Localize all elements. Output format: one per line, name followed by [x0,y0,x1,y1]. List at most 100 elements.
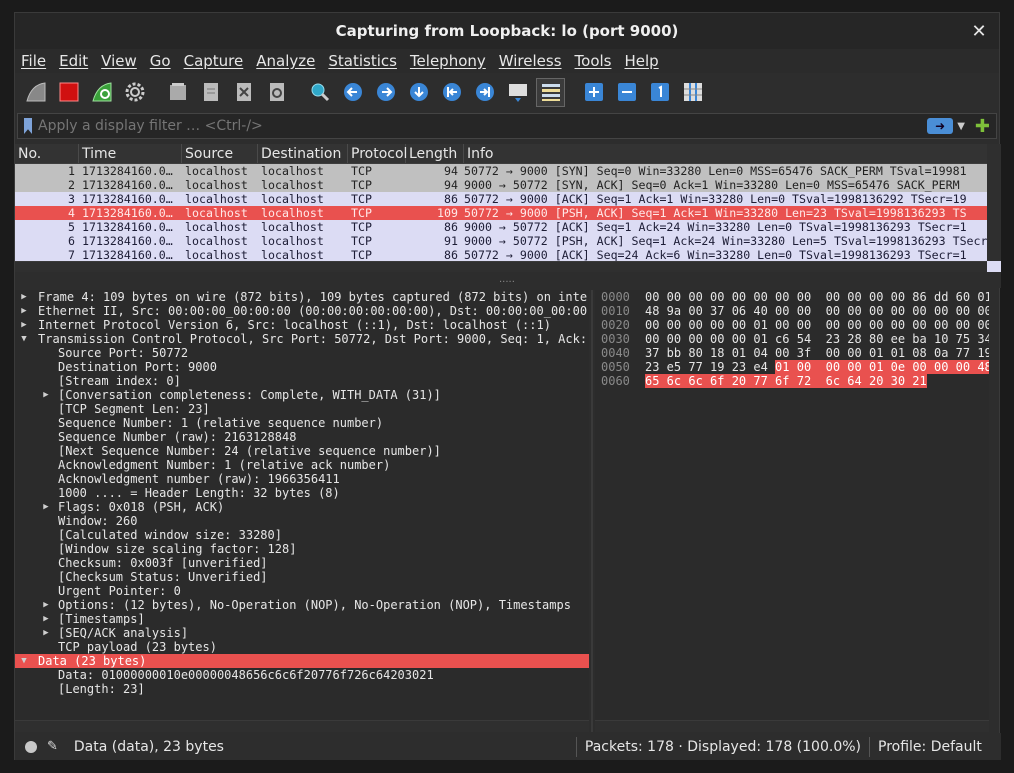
col-header-time[interactable]: Time [79,144,182,163]
detail-tree-item[interactable]: ▶ [Conversation completeness: Complete, W… [15,388,589,402]
go-first-packet-icon[interactable] [437,78,466,107]
detail-tree-item[interactable]: Urgent Pointer: 0 [15,584,589,598]
detail-tree-item[interactable]: ▶ [Timestamps] [15,612,589,626]
vertical-splitter[interactable] [591,290,593,732]
detail-tree-item[interactable]: [Length: 23] [15,682,589,696]
col-header-length[interactable]: Length [406,144,464,163]
detail-tree-item[interactable]: ▼ Transmission Control Protocol, Src Port… [15,332,589,346]
detail-tree-item[interactable]: ▶ Frame 4: 109 bytes on wire (872 bits), … [15,290,589,304]
normal-size-icon[interactable] [645,78,674,107]
detail-tree-item[interactable]: ▶ Internet Protocol Version 6, Src: local… [15,318,589,332]
zoom-in-icon[interactable] [579,78,608,107]
packet-list-vscrollbar[interactable] [987,144,1001,261]
packet-list-hscrollbar[interactable] [15,261,987,272]
bookmark-icon[interactable] [24,118,32,134]
hex-bytes[interactable]: 48 9a 00 37 06 40 00 00 00 00 00 00 00 0… [645,304,989,318]
close-file-icon[interactable] [229,78,258,107]
collapsed-arrow-icon[interactable]: ▶ [41,388,51,402]
detail-tree-item[interactable]: 1000 .... = Header Length: 32 bytes (8) [15,486,589,500]
hex-bytes-highlighted[interactable]: 01 00 00 00 01 0e 00 00 00 48 [775,360,989,374]
reload-file-icon[interactable] [262,78,291,107]
menu-file[interactable]: File [21,52,46,70]
go-last-packet-icon[interactable] [470,78,499,107]
col-header-source[interactable]: Source [182,144,258,163]
display-filter-input[interactable] [38,118,928,134]
menu-analyze[interactable]: Analyze [256,52,315,70]
detail-tree-item[interactable]: TCP payload (23 bytes) [15,640,589,654]
detail-tree-item[interactable]: ▶ Options: (12 bytes), No-Operation (NOP)… [15,598,589,612]
bytes-hscrollbar[interactable] [595,720,989,732]
stop-capture-icon[interactable] [54,78,83,107]
menu-edit[interactable]: Edit [59,52,88,70]
detail-tree-item[interactable]: Checksum: 0x003f [unverified] [15,556,589,570]
menu-tools[interactable]: Tools [575,52,612,70]
menu-help[interactable]: Help [624,52,658,70]
detail-tree-item[interactable]: [Stream index: 0] [15,374,589,388]
collapsed-arrow-icon[interactable]: ▶ [41,626,51,640]
colorize-icon[interactable] [536,77,565,107]
go-forward-icon[interactable] [371,78,400,107]
expert-info-icon[interactable] [25,740,37,753]
details-hscrollbar[interactable] [15,720,589,732]
packet-row[interactable]: 3 1713284160.0… localhost localhost TCP 86 507… [15,192,1001,206]
apply-filter-arrow-icon[interactable]: ➜ [927,118,954,134]
save-file-icon[interactable] [196,78,225,107]
detail-tree-item[interactable]: Source Port: 50772 [15,346,589,360]
restart-capture-icon[interactable] [87,78,116,107]
open-file-icon[interactable] [163,78,192,107]
detail-tree-item[interactable]: [Next Sequence Number: 24 (relative sequ… [15,444,589,458]
packet-row[interactable]: 6 1713284160.0… localhost localhost TCP 91 900… [15,234,1001,248]
collapsed-arrow-icon[interactable]: ▶ [19,318,29,332]
collapsed-arrow-icon[interactable]: ▶ [41,612,51,626]
packet-row[interactable]: 1 1713284160.0… localhost localhost TCP 94 507… [15,164,1001,178]
detail-tree-item[interactable]: Destination Port: 9000 [15,360,589,374]
menu-view[interactable]: View [101,52,137,70]
menu-statistics[interactable]: Statistics [328,52,397,70]
menu-telephony[interactable]: Telephony [410,52,486,70]
detail-tree-item[interactable]: ▶ Flags: 0x018 (PSH, ACK) [15,500,589,514]
menu-capture[interactable]: Capture [184,52,244,70]
capture-options-gear-icon[interactable] [120,78,149,107]
hex-bytes[interactable]: 00 00 00 00 00 01 c6 54 23 28 80 ee ba 1… [645,332,989,346]
shark-fin-start-icon[interactable] [21,78,50,107]
hex-bytes[interactable]: 00 00 00 00 00 00 00 00 00 00 00 00 86 d… [645,290,989,304]
packet-row[interactable]: 5 1713284160.0… localhost localhost TCP 86 900… [15,220,1001,234]
detail-tree-item[interactable]: Sequence Number (raw): 2163128848 [15,430,589,444]
packet-row[interactable]: 4 1713284160.0… localhost localhost TCP 109 50… [15,206,1001,220]
col-header-info[interactable]: Info [464,144,1001,163]
expanded-arrow-icon[interactable]: ▼ [19,332,29,346]
detail-tree-item[interactable]: ▶ Ethernet II, Src: 00:00:00_00:00:00 (00… [15,304,589,318]
menu-wireless[interactable]: Wireless [499,52,562,70]
status-profile-text[interactable]: Profile: Default [878,739,982,755]
expanded-arrow-icon[interactable]: ▼ [19,654,29,668]
pane-splitter[interactable]: ····· [15,272,1001,288]
collapsed-arrow-icon[interactable]: ▶ [41,598,51,612]
hex-bytes[interactable]: 00 00 00 00 00 01 00 00 00 00 00 00 00 0… [645,318,989,332]
capture-comment-icon[interactable]: ✎ [47,739,58,754]
detail-tree-item[interactable]: Sequence Number: 1 (relative sequence nu… [15,416,589,430]
auto-scroll-icon[interactable] [503,78,532,107]
col-header-protocol[interactable]: Protocol [348,144,407,163]
collapsed-arrow-icon[interactable]: ▶ [19,290,29,304]
add-filter-button-plus-icon[interactable]: ✚ [975,116,990,137]
collapsed-arrow-icon[interactable]: ▶ [19,304,29,318]
menu-go[interactable]: Go [150,52,171,70]
detail-tree-item[interactable]: [Window size scaling factor: 128] [15,542,589,556]
go-to-packet-icon[interactable] [404,78,433,107]
hex-bytes-highlighted[interactable]: 65 6c 6c 6f 20 77 6f 72 6c 64 20 30 21 [645,374,927,388]
hex-bytes[interactable]: 23 e5 77 19 23 e4 [645,360,775,374]
filter-history-chevron-down-icon[interactable]: ▼ [957,121,965,132]
detail-tree-item[interactable]: [Checksum Status: Unverified] [15,570,589,584]
detail-tree-item[interactable]: Acknowledgment Number: 1 (relative ack n… [15,458,589,472]
detail-tree-item[interactable]: ▼ Data (23 bytes) [15,654,589,668]
zoom-out-icon[interactable] [612,78,641,107]
find-packet-icon[interactable] [305,78,334,107]
collapsed-arrow-icon[interactable]: ▶ [41,500,51,514]
close-icon[interactable]: ✕ [969,21,989,42]
detail-tree-item[interactable]: Data: 01000000010e00000048656c6c6f20776f… [15,668,589,682]
resize-columns-icon[interactable] [678,78,707,107]
packet-row[interactable]: 2 1713284160.0… localhost localhost TCP 94 900… [15,178,1001,192]
detail-tree-item[interactable]: [Calculated window size: 33280] [15,528,589,542]
col-header-no[interactable]: No. [15,144,79,163]
detail-tree-item[interactable]: Acknowledgment number (raw): 1966356411 [15,472,589,486]
